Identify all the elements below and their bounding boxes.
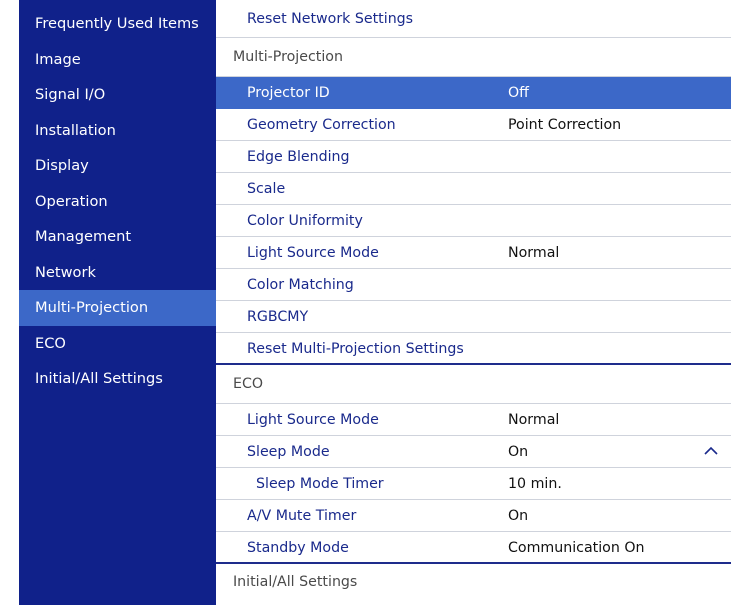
menu-item-value: Off bbox=[508, 85, 529, 101]
menu-item-standby-mode[interactable]: Standby Mode Communication On bbox=[216, 532, 731, 564]
sidebar: Frequently Used Items Image Signal I/O I… bbox=[19, 0, 216, 605]
sidebar-item-installation[interactable]: Installation bbox=[19, 113, 216, 149]
section-header-label: Initial/All Settings bbox=[233, 574, 358, 590]
menu-item-label: Standby Mode bbox=[247, 540, 349, 556]
sidebar-item-signal-io[interactable]: Signal I/O bbox=[19, 77, 216, 113]
menu-item-reset-network-settings[interactable]: Reset Network Settings bbox=[216, 0, 731, 38]
sidebar-item-multi-projection[interactable]: Multi-Projection bbox=[19, 290, 216, 326]
menu-item-rgbcmy[interactable]: RGBCMY bbox=[216, 301, 731, 333]
section-header-eco: ECO bbox=[216, 365, 731, 404]
menu-item-color-matching[interactable]: Color Matching bbox=[216, 269, 731, 301]
menu-item-value: Point Correction bbox=[508, 117, 622, 133]
section-header-initial-all-settings: Initial/All Settings bbox=[216, 564, 731, 600]
menu-item-label: Scale bbox=[247, 181, 286, 197]
menu-item-label: Color Matching bbox=[247, 277, 354, 293]
menu-item-value: Normal bbox=[508, 412, 560, 428]
menu-item-label: Reset Network Settings bbox=[247, 11, 414, 27]
sidebar-item-operation[interactable]: Operation bbox=[19, 184, 216, 220]
menu-item-edge-blending[interactable]: Edge Blending bbox=[216, 141, 731, 173]
sidebar-item-display[interactable]: Display bbox=[19, 148, 216, 184]
menu-item-projector-id[interactable]: Projector ID Off bbox=[216, 77, 731, 109]
menu-item-reset-multi-projection-settings[interactable]: Reset Multi-Projection Settings bbox=[216, 333, 731, 365]
menu-item-av-mute-timer[interactable]: A/V Mute Timer On bbox=[216, 500, 731, 532]
section-header-label: Multi-Projection bbox=[233, 49, 343, 65]
menu-item-value: Normal bbox=[508, 245, 560, 261]
menu-item-label: Light Source Mode bbox=[247, 412, 379, 428]
menu-item-label: Sleep Mode bbox=[247, 444, 330, 460]
sidebar-item-frequently-used-items[interactable]: Frequently Used Items bbox=[19, 6, 216, 42]
menu-item-geometry-correction[interactable]: Geometry Correction Point Correction bbox=[216, 109, 731, 141]
projector-menu: Frequently Used Items Image Signal I/O I… bbox=[0, 0, 731, 605]
sidebar-item-image[interactable]: Image bbox=[19, 42, 216, 78]
sidebar-item-initial-all-settings[interactable]: Initial/All Settings bbox=[19, 361, 216, 397]
menu-item-scale[interactable]: Scale bbox=[216, 173, 731, 205]
section-header-label: ECO bbox=[233, 376, 264, 392]
menu-item-sleep-mode-timer[interactable]: Sleep Mode Timer 10 min. bbox=[216, 468, 731, 500]
menu-item-color-uniformity[interactable]: Color Uniformity bbox=[216, 205, 731, 237]
menu-item-label: Sleep Mode Timer bbox=[256, 476, 384, 492]
sidebar-item-management[interactable]: Management bbox=[19, 219, 216, 255]
menu-item-label: Edge Blending bbox=[247, 149, 350, 165]
chevron-up-icon[interactable] bbox=[704, 436, 718, 468]
menu-item-value: 10 min. bbox=[508, 476, 562, 492]
menu-item-value: On bbox=[508, 444, 529, 460]
section-header-multi-projection: Multi-Projection bbox=[216, 38, 731, 77]
menu-item-label: Geometry Correction bbox=[247, 117, 396, 133]
menu-item-label: RGBCMY bbox=[247, 309, 309, 325]
sidebar-item-network[interactable]: Network bbox=[19, 255, 216, 291]
menu-item-label: Projector ID bbox=[247, 85, 330, 101]
sidebar-item-eco[interactable]: ECO bbox=[19, 326, 216, 362]
menu-item-value: On bbox=[508, 508, 529, 524]
menu-item-light-source-mode[interactable]: Light Source Mode Normal bbox=[216, 237, 731, 269]
menu-item-label: Color Uniformity bbox=[247, 213, 363, 229]
menu-item-label: Reset Multi-Projection Settings bbox=[247, 341, 464, 357]
menu-item-sleep-mode[interactable]: Sleep Mode On bbox=[216, 436, 731, 468]
menu-item-label: Light Source Mode bbox=[247, 245, 379, 261]
menu-item-eco-light-source-mode[interactable]: Light Source Mode Normal bbox=[216, 404, 731, 436]
menu-item-value: Communication On bbox=[508, 540, 645, 556]
menu-item-label: A/V Mute Timer bbox=[247, 508, 357, 524]
settings-panel: Reset Network Settings Multi-Projection … bbox=[216, 0, 731, 605]
